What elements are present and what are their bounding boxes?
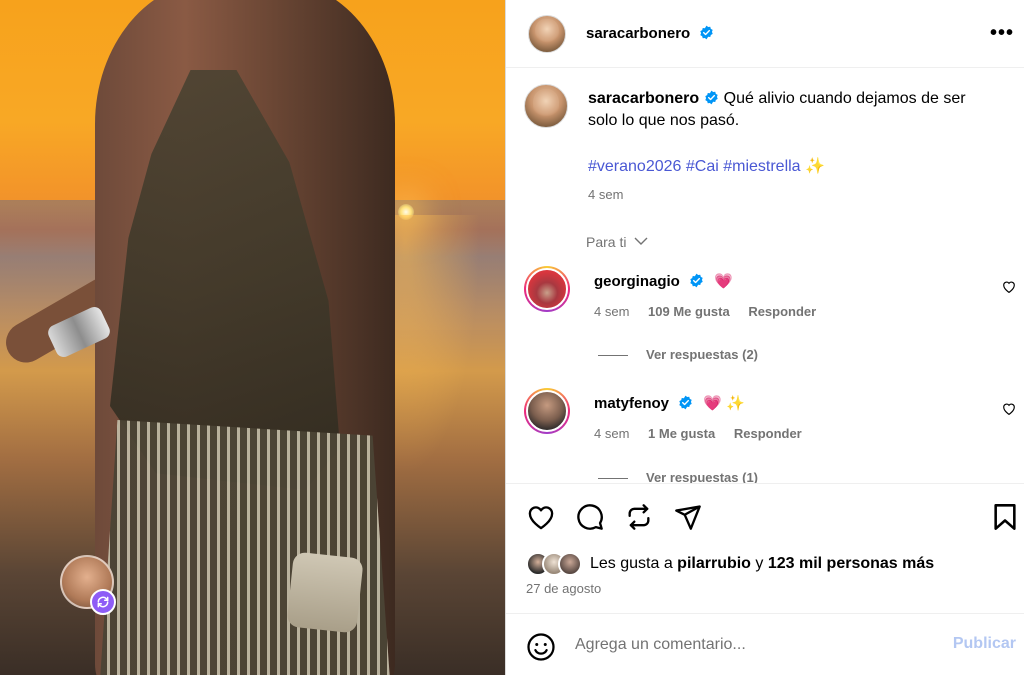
- post-sidebar: saracarbonero ••• saracarbonero Qué aliv…: [505, 0, 1024, 675]
- commenter-username[interactable]: matyfenoy: [594, 395, 669, 412]
- comment-meta: 4 sem 109 Me gusta Responder: [594, 304, 831, 319]
- post-modal: saracarbonero ••• saracarbonero Qué aliv…: [0, 0, 1024, 675]
- view-replies-button[interactable]: Ver respuestas (2): [598, 347, 758, 362]
- bookmark-icon[interactable]: [990, 502, 1020, 532]
- commenter-name: matyfenoy 💗 ✨: [594, 394, 745, 412]
- publish-button[interactable]: Publicar: [953, 635, 1016, 653]
- comment-meta: 4 sem 1 Me gusta Responder: [594, 426, 817, 441]
- post-header: saracarbonero •••: [506, 0, 1024, 68]
- caption-hashtags[interactable]: #verano2026 #Cai #miestrella ✨: [588, 156, 825, 176]
- post-time[interactable]: 4 sem: [588, 187, 623, 202]
- likes-text: Les gusta a pilarrubio y 123 mil persona…: [590, 555, 934, 573]
- comment-likes[interactable]: 1 Me gusta: [648, 426, 715, 441]
- figure-skirt: [100, 420, 390, 675]
- heart-icon[interactable]: [1002, 280, 1016, 296]
- comment-time[interactable]: 4 sem: [594, 304, 629, 319]
- reply-button[interactable]: Responder: [734, 426, 802, 441]
- comment-composer: Publicar: [506, 613, 1024, 675]
- cloth-bundle: [286, 551, 364, 634]
- more-options-button[interactable]: •••: [990, 22, 1014, 45]
- caption: [524, 84, 568, 128]
- verified-icon: [690, 273, 703, 288]
- post-actions: Les gusta a pilarrubio y 123 mil persona…: [506, 483, 1024, 613]
- caption-text: saracarbonero Qué alivio cuando dejamos …: [588, 88, 998, 132]
- story-ring[interactable]: [524, 388, 570, 434]
- comment-likes[interactable]: 109 Me gusta: [648, 304, 730, 319]
- emoji-icon[interactable]: [526, 632, 556, 665]
- verified-icon: [705, 90, 718, 105]
- post-photo[interactable]: [0, 0, 505, 675]
- commenter-username[interactable]: georginagio: [594, 273, 680, 290]
- story-ring[interactable]: [524, 266, 570, 312]
- comments-filter[interactable]: Para ti: [586, 234, 648, 250]
- comment-item: georginagio 💗 4 sem 109 Me gusta Respond…: [524, 266, 1024, 362]
- caption-username[interactable]: saracarbonero: [588, 90, 699, 107]
- commenter-name: georginagio 💗: [594, 272, 733, 290]
- heart-icon[interactable]: [526, 502, 556, 532]
- comments-scroll-area[interactable]: saracarbonero Qué alivio cuando dejamos …: [506, 68, 1024, 483]
- remix-icon[interactable]: [90, 589, 116, 615]
- author-username[interactable]: saracarbonero: [586, 25, 714, 42]
- comment-time[interactable]: 4 sem: [594, 426, 629, 441]
- author-username-text[interactable]: saracarbonero: [586, 25, 690, 42]
- comments-filter-label: Para ti: [586, 234, 627, 250]
- heart-icon[interactable]: [1002, 402, 1016, 418]
- author-avatar[interactable]: [528, 14, 566, 53]
- repost-icon[interactable]: [624, 502, 654, 532]
- likes-summary[interactable]: Les gusta a pilarrubio y 123 mil persona…: [526, 552, 934, 576]
- liker-avatar: [558, 552, 582, 576]
- view-replies-button[interactable]: Ver respuestas (1): [598, 470, 758, 483]
- send-icon[interactable]: [673, 502, 703, 532]
- likes-middle: y: [750, 555, 768, 572]
- comment-item: matyfenoy 💗 ✨ 4 sem 1 Me gusta Responder…: [524, 388, 1024, 483]
- comment-text: 💗 ✨: [703, 395, 745, 412]
- reply-button[interactable]: Responder: [748, 304, 816, 319]
- post-date[interactable]: 27 de agosto: [526, 581, 601, 596]
- chevron-down-icon: [634, 237, 648, 245]
- comment-text: 💗: [714, 273, 733, 290]
- comment-input[interactable]: [575, 632, 925, 658]
- likes-count[interactable]: 123 mil personas más: [768, 555, 934, 572]
- commenter-avatar[interactable]: [526, 268, 568, 310]
- caption-avatar[interactable]: [524, 84, 568, 128]
- likes-prefix: Les gusta a: [590, 555, 678, 572]
- verified-icon: [700, 25, 714, 40]
- verified-icon: [679, 395, 692, 410]
- commenter-avatar[interactable]: [526, 390, 568, 432]
- comment-icon[interactable]: [575, 502, 605, 532]
- liker-username[interactable]: pilarrubio: [677, 555, 751, 572]
